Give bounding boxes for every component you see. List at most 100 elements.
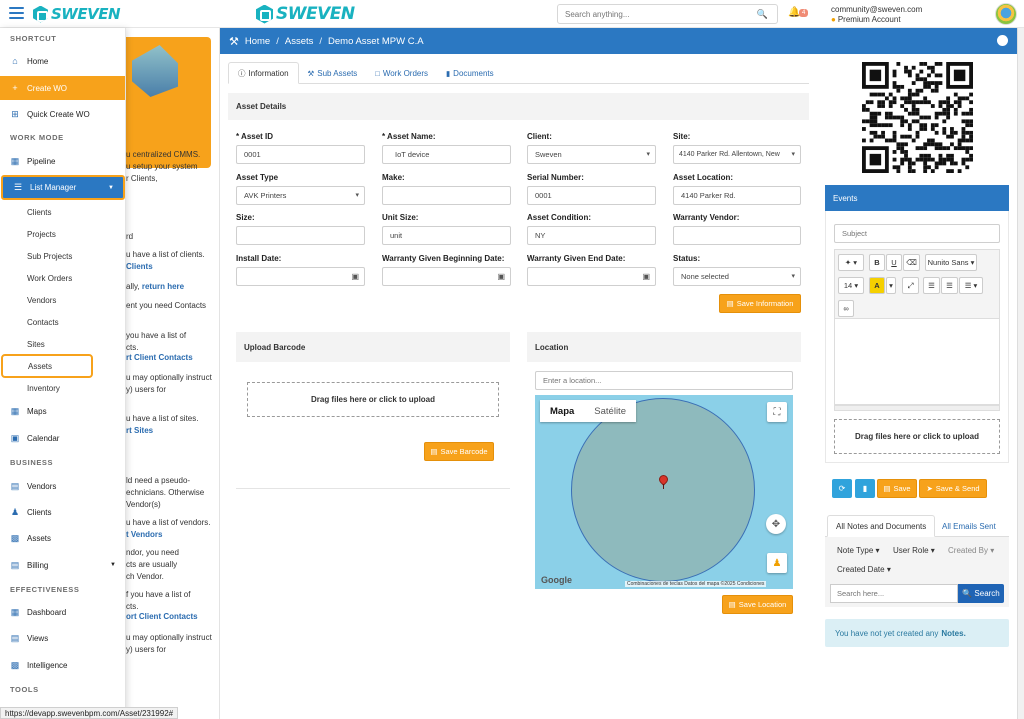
bullet-list-icon[interactable]: ☰ [923, 277, 940, 294]
sidebar-subitem-inventory[interactable]: Inventory [0, 378, 125, 398]
size-field[interactable] [236, 226, 365, 245]
event-save-button[interactable]: ▤ Save [877, 479, 917, 498]
sidebar-item-maps[interactable]: ▦ Maps [0, 400, 125, 422]
sidebar-item-quick-create-wo[interactable]: ⊞ Quick Create WO [0, 103, 125, 125]
save-information-button[interactable]: ▤ Save Information [719, 294, 801, 313]
event-editor-area[interactable] [834, 319, 1000, 405]
barcode-dropzone[interactable]: Drag files here or click to upload [247, 382, 499, 417]
asset-id-field[interactable]: 0001 [236, 145, 365, 164]
asset-condition-field[interactable]: NY [527, 226, 656, 245]
map-type-map[interactable]: Mapa [540, 400, 584, 422]
install-date-field[interactable]: ▣ [236, 267, 365, 286]
client-select[interactable]: Sweven [527, 145, 656, 164]
map-type-satellite[interactable]: Satélite [584, 400, 636, 422]
filter-created-date[interactable]: Created Date ▾ [837, 565, 891, 574]
make-field[interactable] [382, 186, 511, 205]
intro-line-link[interactable]: ort Client Contacts [126, 612, 198, 621]
intro-line-link[interactable]: return here [142, 282, 184, 291]
sidebar-item-calendar[interactable]: ▣ Calendar [0, 427, 125, 449]
intro-line-link[interactable]: t Vendors [126, 530, 162, 539]
expand-icon[interactable]: ⤢ [902, 277, 919, 294]
map-attribution[interactable]: Combinaciones de teclas Datos del mapa ©… [625, 581, 767, 587]
hamburger-menu-icon[interactable] [9, 7, 24, 19]
event-dropzone[interactable]: Drag files here or click to upload [834, 419, 1000, 454]
breadcrumb-assets[interactable]: Assets [285, 36, 314, 47]
refresh-icon[interactable]: ⟳ [832, 479, 852, 498]
event-save-send-button[interactable]: ➤ Save & Send [919, 479, 987, 498]
warranty-vendor-field[interactable] [673, 226, 801, 245]
search-icon[interactable]: 🔍 [757, 9, 768, 20]
link-icon[interactable]: ∞ [838, 300, 854, 317]
street-view-pegman-icon[interactable]: ♟ [767, 553, 787, 573]
align-icon[interactable]: ☰ ▾ [959, 277, 983, 294]
breadcrumb-home[interactable]: Home [245, 36, 270, 47]
sidebar-item-create-wo[interactable]: + Create WO [0, 76, 125, 100]
calendar-icon[interactable]: ▣ [351, 272, 359, 281]
location-map[interactable]: Mapa Satélite ⛶ ✥ ♟ Google Combinaciones… [535, 395, 793, 589]
tab-information[interactable]: ⓘ Information [228, 62, 299, 84]
numbered-list-icon[interactable]: ☰ [941, 277, 958, 294]
notes-search-input[interactable] [830, 584, 958, 603]
event-subject-input[interactable] [834, 224, 1000, 243]
calendar-icon[interactable]: ▣ [497, 272, 505, 281]
sidebar-logo[interactable]: SWEVEN [33, 5, 121, 23]
sidebar-subitem-clients[interactable]: Clients [0, 202, 125, 222]
sidebar-subitem-vendors[interactable]: Vendors [0, 290, 125, 310]
sidebar-item-dashboard[interactable]: ▦ Dashboard [0, 601, 125, 623]
tab-all-emails[interactable]: All Emails Sent [934, 515, 1004, 537]
site-select[interactable]: 4140 Parker Rd. Allentown, New [673, 145, 801, 164]
bold-icon[interactable]: B [869, 254, 885, 271]
sidebar-item-assets[interactable]: ▩ Assets [0, 527, 125, 549]
bookmark-icon[interactable]: ▮ [855, 479, 875, 498]
sidebar-item-views[interactable]: ▤ Views [0, 627, 125, 649]
text-color-icon[interactable]: A [869, 277, 885, 294]
status-select[interactable]: None selected [673, 267, 801, 286]
sidebar-subitem-contacts[interactable]: Contacts [0, 312, 125, 332]
tab-documents[interactable]: ▮ Documents [437, 62, 503, 84]
sidebar-item-home[interactable]: ⌂ Home [0, 50, 125, 72]
underline-icon[interactable]: U [886, 254, 902, 271]
page-scrollbar[interactable] [1017, 28, 1024, 719]
tab-work-orders[interactable]: □ Work Orders [366, 62, 437, 84]
fullscreen-icon[interactable]: ⛶ [767, 402, 787, 422]
sidebar-item-intelligence[interactable]: ▩ Intelligence [0, 654, 125, 676]
asset-name-field[interactable]: IoT device [382, 145, 511, 164]
warranty-begin-field[interactable]: ▣ [382, 267, 511, 286]
sidebar-subitem-assets[interactable]: Assets [1, 354, 93, 378]
filter-note-type[interactable]: Note Type ▾ [837, 546, 880, 555]
sidebar-item-pipeline[interactable]: ▦ Pipeline [0, 150, 125, 172]
color-dropdown-icon[interactable]: ▾ [886, 277, 896, 294]
header-logo[interactable]: SWEVEN [256, 4, 355, 24]
filter-user-role[interactable]: User Role ▾ [893, 546, 935, 555]
tab-all-notes[interactable]: All Notes and Documents [827, 515, 936, 537]
map-pan-control-icon[interactable]: ✥ [766, 514, 786, 534]
sidebar-subitem-sub-projects[interactable]: Sub Projects [0, 246, 125, 266]
avatar[interactable] [995, 3, 1017, 25]
sidebar-item-vendors[interactable]: ▤ Vendors [0, 475, 125, 497]
global-search[interactable]: 🔍 [557, 4, 778, 24]
magic-wand-icon[interactable]: ✦ ▾ [838, 254, 864, 271]
sidebar-item-list-manager[interactable]: ☰ List Manager ▼ [1, 175, 125, 200]
user-email[interactable]: community@sweven.com [831, 5, 922, 14]
font-family-select[interactable]: Nunito Sans ▾ [925, 254, 977, 271]
location-search-input[interactable] [535, 371, 793, 390]
font-size-select[interactable]: 14 ▾ [838, 277, 864, 294]
intro-line-link[interactable]: rt Sites [126, 426, 153, 435]
sidebar-item-billing[interactable]: ▤ Billing ▼ [0, 554, 125, 576]
save-barcode-button[interactable]: ▤ Save Barcode [424, 442, 494, 461]
global-search-input[interactable] [558, 5, 738, 23]
asset-location-field[interactable]: 4140 Parker Rd. [673, 186, 801, 205]
sidebar-subitem-projects[interactable]: Projects [0, 224, 125, 244]
intro-line-link[interactable]: Clients [126, 262, 153, 271]
tab-sub-assets[interactable]: ⚒ Sub Assets [299, 62, 367, 84]
unit-size-field[interactable]: unit [382, 226, 511, 245]
sidebar-item-clients[interactable]: ♟ Clients [0, 501, 125, 523]
intro-line-link[interactable]: rt Client Contacts [126, 353, 193, 362]
eraser-icon[interactable]: ⌫ [903, 254, 920, 271]
filter-created-by[interactable]: Created By ▾ [948, 546, 994, 555]
save-location-button[interactable]: ▤ Save Location [722, 595, 793, 614]
asset-type-select[interactable]: AVK Printers [236, 186, 365, 205]
notes-search-button[interactable]: 🔍 Search [958, 584, 1004, 603]
globe-icon[interactable] [997, 35, 1008, 46]
editor-resize-handle[interactable] [834, 405, 1000, 411]
